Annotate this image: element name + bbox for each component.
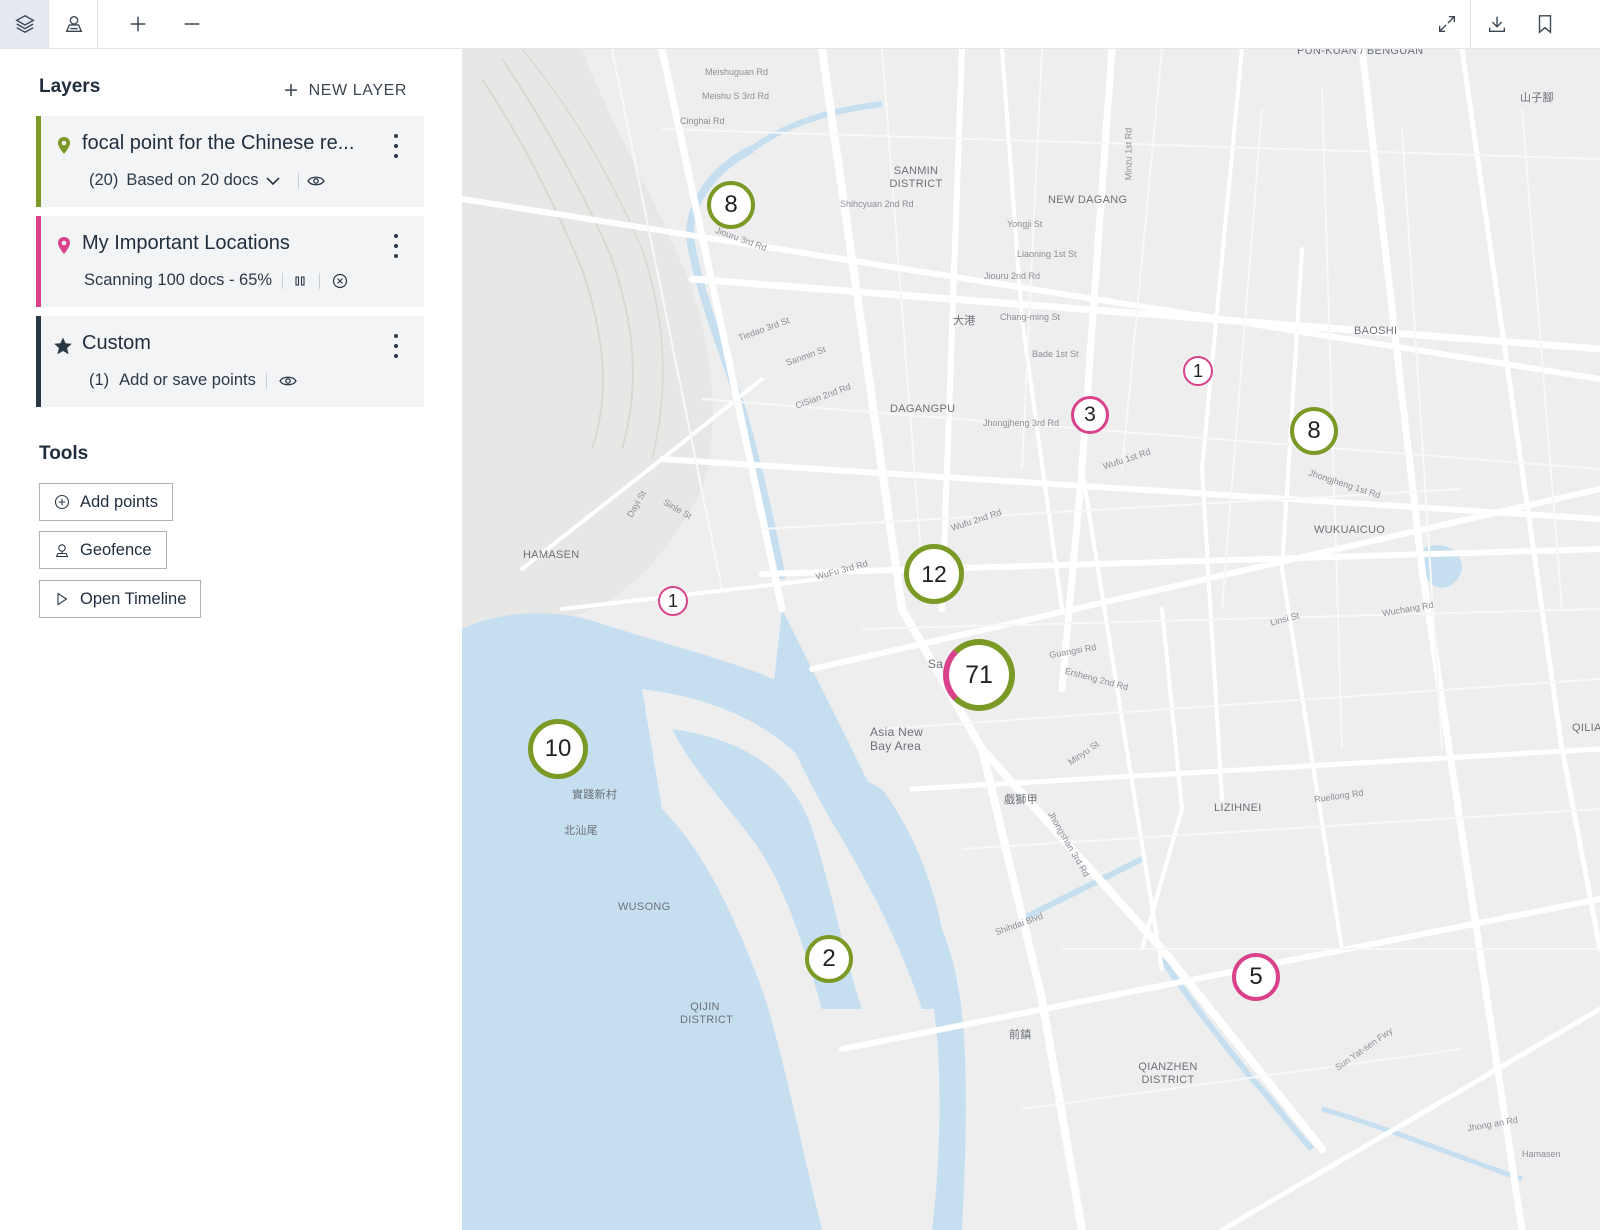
layer-card-focal-point[interactable]: focal point for the Chinese re... (20) B… (36, 116, 424, 207)
add-points-button[interactable]: Add points (39, 483, 173, 521)
layer-card-important-locations[interactable]: My Important Locations Scanning 100 docs… (36, 216, 424, 307)
fullscreen-icon[interactable] (1422, 0, 1471, 48)
layer-title: focal point for the Chinese re... (82, 132, 355, 154)
geofence-label: Geofence (80, 540, 152, 559)
bookmark-icon[interactable] (1520, 0, 1569, 48)
sidebar: Layers + NEW LAYER focal point for the C… (0, 49, 462, 1230)
geofence-button[interactable]: Geofence (39, 531, 167, 569)
cluster-count: 10 (544, 735, 572, 762)
map-cluster-marker[interactable]: 5 (1232, 953, 1280, 1001)
place-label: 前鎮 (1009, 1029, 1032, 1041)
place-label: SANMIN DISTRICT (889, 165, 943, 190)
street-label: Jiouru 2nd Rd (984, 271, 1041, 281)
new-layer-label: NEW LAYER (308, 82, 408, 99)
place-label: NEW DAGANG (1048, 194, 1128, 206)
street-label: Shihcyuan 2nd Rd (840, 199, 914, 209)
layer-detail: Add or save points (119, 371, 256, 389)
layer-title: My Important Locations (82, 232, 290, 254)
layer-title: Custom (82, 332, 151, 354)
place-label: 北汕尾 (564, 825, 598, 837)
map-cluster-marker[interactable]: 3 (1071, 396, 1109, 434)
new-layer-button[interactable]: + NEW LAYER (284, 79, 407, 103)
layer-menu-icon[interactable] (389, 334, 403, 358)
eye-icon[interactable] (307, 174, 326, 188)
place-label: QILIA (1572, 722, 1600, 734)
scanning-status: Scanning 100 docs - 65% (84, 271, 273, 289)
map-canvas[interactable]: PUN-KUAN / BENGUAN 山子腳 SANMIN DISTRICT N… (462, 49, 1600, 1230)
place-label: Sa (928, 657, 944, 671)
street-label: Meishu S 3rd Rd (702, 91, 770, 101)
zoom-in-icon[interactable] (113, 0, 162, 48)
place-label: HAMASEN (523, 549, 580, 561)
layer-menu-icon[interactable] (389, 234, 403, 258)
place-label: DAGANGPU (890, 403, 956, 415)
street-label: Jhongjheng 3rd Rd (983, 418, 1060, 428)
street-label: Liaoning 1st St (1017, 249, 1077, 259)
open-timeline-label: Open Timeline (80, 589, 187, 608)
street-label: Hamasen (1522, 1149, 1561, 1159)
eye-icon[interactable] (279, 374, 297, 388)
plus-icon: + (284, 77, 299, 104)
cluster-count: 8 (724, 191, 738, 218)
place-label: BAOSHI (1354, 325, 1398, 337)
play-icon (57, 592, 68, 606)
map-cluster-marker[interactable]: 1 (1183, 356, 1213, 386)
download-icon[interactable] (1472, 0, 1521, 48)
map-cluster-marker[interactable]: 71 (943, 639, 1015, 711)
place-label: Asia New Bay Area (870, 725, 924, 753)
geofence-icon (55, 544, 69, 558)
map-pin-icon (58, 137, 70, 154)
place-label: QIANZHEN DISTRICT (1138, 1061, 1198, 1086)
street-label: Minzu 1st Rd (1123, 127, 1134, 181)
layer-menu-icon[interactable] (389, 134, 403, 158)
cluster-count: 71 (965, 660, 993, 689)
open-timeline-button[interactable]: Open Timeline (39, 580, 202, 618)
star-icon (54, 337, 72, 355)
street-label: Meishuguan Rd (705, 67, 769, 77)
cluster-count: 1 (1192, 360, 1203, 381)
top-toolbar (0, 0, 1600, 49)
map-style-icon[interactable] (49, 0, 98, 48)
cancel-circle-icon[interactable] (332, 273, 348, 289)
cluster-count: 8 (1307, 417, 1321, 444)
tools-heading: Tools (39, 443, 89, 464)
cluster-count: 5 (1249, 963, 1263, 990)
layer-detail: Based on 20 docs (126, 171, 259, 189)
plus-circle-icon (54, 494, 70, 510)
street-label: Cinghai Rd (680, 116, 725, 126)
zoom-out-icon[interactable] (167, 0, 216, 48)
place-label: QIJIN DISTRICT (680, 1001, 734, 1026)
place-label: PUN-KUAN / BENGUAN (1297, 49, 1424, 57)
cluster-count: 2 (822, 945, 836, 972)
place-label: WUKUAICUO (1314, 524, 1386, 536)
street-label: Bade 1st St (1032, 349, 1079, 359)
map-pin-icon (58, 237, 70, 254)
cluster-count: 1 (667, 590, 678, 611)
map-cluster-marker[interactable]: 8 (1290, 407, 1338, 455)
pause-icon[interactable] (293, 274, 307, 288)
layer-card-custom[interactable]: Custom (1) Add or save points (36, 316, 424, 407)
place-label: 實踐新村 (572, 789, 618, 801)
map-cluster-marker[interactable]: 2 (805, 935, 853, 983)
map-cluster-marker[interactable]: 12 (904, 544, 964, 604)
map-cluster-marker[interactable]: 10 (528, 719, 588, 779)
chevron-down-icon[interactable] (262, 173, 284, 189)
layer-count: (1) (89, 371, 110, 389)
street-label: Chang-ming St (1000, 312, 1061, 322)
map-cluster-marker[interactable]: 8 (707, 181, 755, 229)
add-points-label: Add points (80, 492, 158, 511)
place-label: WUSONG (618, 901, 671, 913)
place-label: 大港 (953, 315, 976, 327)
map-cluster-marker[interactable]: 1 (658, 586, 688, 616)
layers-icon[interactable] (0, 0, 49, 48)
street-label: Yongji St (1007, 219, 1043, 229)
cluster-count: 12 (921, 560, 947, 587)
place-label: 山子腳 (1520, 92, 1554, 104)
layer-count: (20) (89, 171, 119, 189)
place-label: LIZIHNEI (1214, 802, 1262, 814)
cluster-count: 3 (1084, 403, 1096, 426)
layers-heading: Layers (39, 76, 101, 97)
place-label: 戲獅甲 (1004, 794, 1038, 806)
